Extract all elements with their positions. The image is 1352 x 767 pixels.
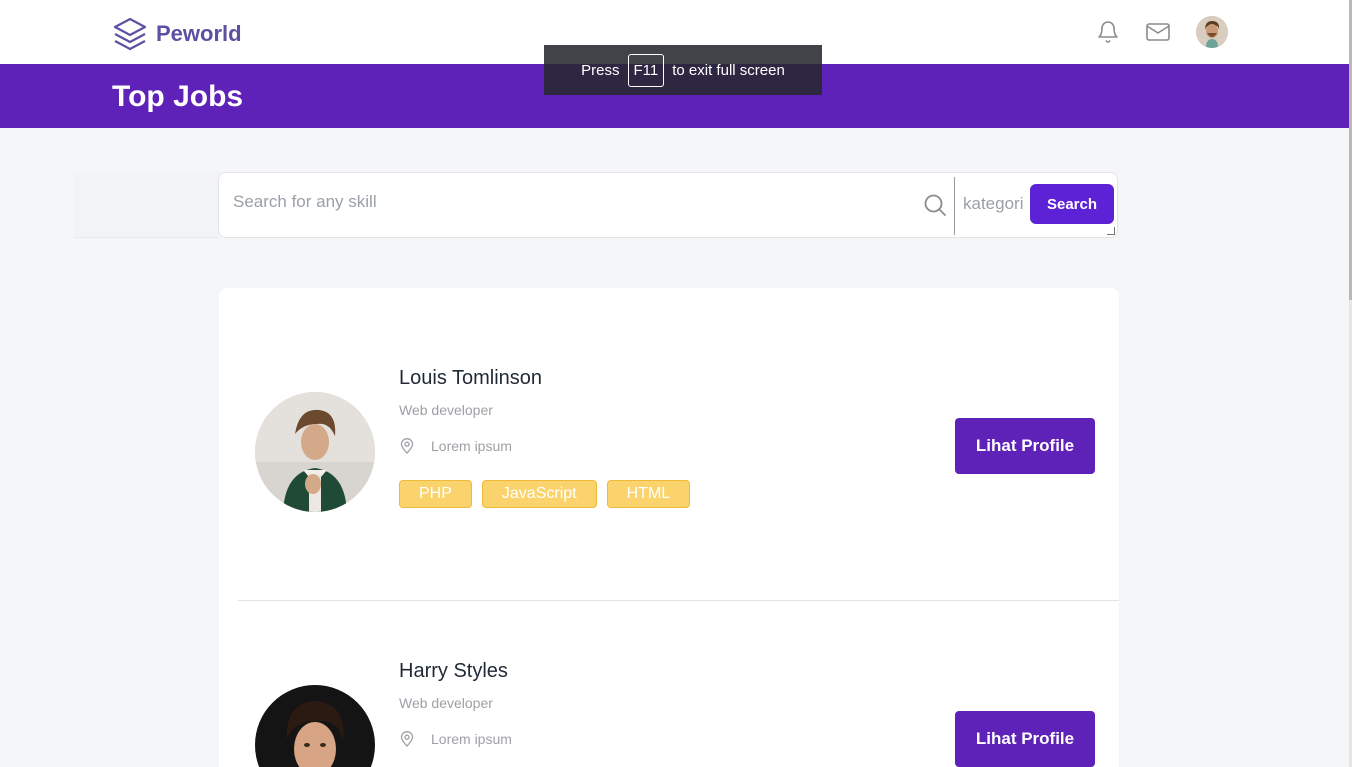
worker-list: Louis Tomlinson Web developer Lorem ipsu… bbox=[219, 288, 1119, 767]
worker-name: Harry Styles bbox=[399, 660, 508, 682]
search-input[interactable] bbox=[233, 187, 923, 217]
page-title: Top Jobs bbox=[112, 80, 244, 113]
view-profile-button[interactable]: Lihat Profile bbox=[955, 711, 1095, 767]
skill-badge: HTML bbox=[606, 480, 691, 508]
brand-name: Peworld bbox=[156, 21, 242, 46]
worker-avatar bbox=[255, 685, 375, 767]
search-divider bbox=[954, 177, 955, 235]
search-bar: kategori Search bbox=[218, 172, 1118, 238]
layers-logo-icon bbox=[113, 17, 147, 51]
skill-badge: PHP bbox=[399, 480, 472, 508]
category-select[interactable]: kategori bbox=[963, 194, 1023, 214]
avatar[interactable] bbox=[1196, 16, 1228, 48]
search-icon[interactable] bbox=[923, 193, 947, 217]
skill-list: PHP JavaScript HTML bbox=[399, 480, 700, 508]
search-button[interactable]: Search bbox=[1030, 184, 1114, 224]
worker-job-title: Web developer bbox=[399, 695, 493, 711]
worker-location-text: Lorem ipsum bbox=[431, 438, 512, 454]
nav-icons bbox=[1094, 16, 1228, 48]
fullscreen-key: F11 bbox=[627, 53, 665, 87]
worker-name: Louis Tomlinson bbox=[399, 367, 543, 389]
map-pin-icon bbox=[400, 731, 414, 747]
worker-location: Lorem ipsum bbox=[399, 438, 512, 454]
worker-location-text: Lorem ipsum bbox=[431, 731, 512, 747]
list-item: Louis Tomlinson Web developer Lorem ipsu… bbox=[219, 288, 1119, 600]
mail-icon[interactable] bbox=[1144, 18, 1172, 46]
worker-job-title: Web developer bbox=[399, 402, 493, 418]
fullscreen-notice-suffix: to exit full screen bbox=[672, 61, 785, 79]
map-pin-icon bbox=[400, 438, 414, 454]
brand[interactable]: Peworld bbox=[112, 16, 242, 52]
worker-location: Lorem ipsum bbox=[399, 731, 512, 747]
view-profile-button[interactable]: Lihat Profile bbox=[955, 418, 1095, 474]
search-backdrop bbox=[73, 172, 219, 238]
resize-handle[interactable] bbox=[1107, 227, 1115, 235]
fullscreen-notice-prefix: Press bbox=[581, 61, 620, 79]
worker-avatar bbox=[255, 392, 375, 512]
fullscreen-notice: Press F11 to exit full screen bbox=[544, 45, 822, 95]
bell-icon[interactable] bbox=[1094, 18, 1122, 46]
skill-badge: JavaScript bbox=[481, 480, 597, 508]
list-item: Harry Styles Web developer Lorem ipsum L… bbox=[219, 600, 1119, 767]
